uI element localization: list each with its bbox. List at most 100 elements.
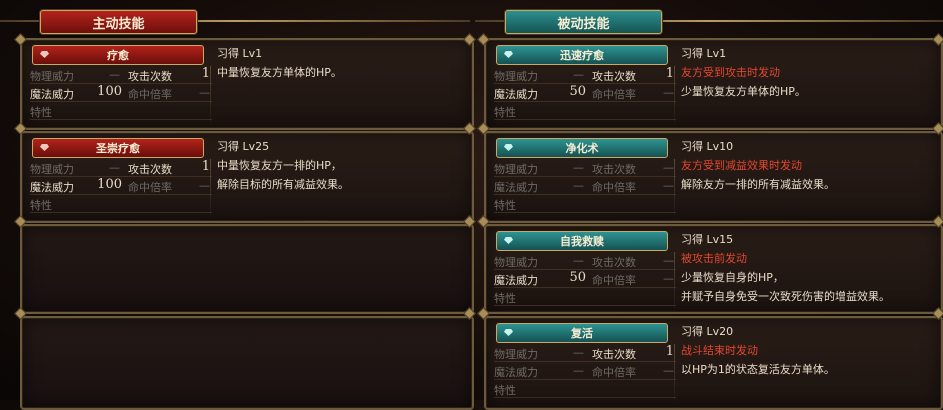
panel-divider [210,159,211,221]
trait-label: 特性 [30,106,52,119]
phys-label: 物理威力 [494,70,538,83]
hits-value: 1 [201,159,210,174]
skill-description: 习得 Lv15 被攻击前发动 少量恢复自身的HP， 并赋予自身免受一次致死伤害的… [681,230,890,306]
skill-description: 习得 Lv1 中量恢复友方单体的HP。 [217,44,342,82]
trigger-condition: 友方受到攻击时发动 [681,66,780,79]
phys-label: 物理威力 [494,256,538,269]
active-skill-card[interactable]: 圣崇疗愈 物理威力 — 攻击次数 1 魔法威力 100 命中倍率 — 特性 习得 Lv25 … [20,131,474,223]
accuracy-value: — [199,86,210,99]
hits-label: 攻击次数 [592,70,636,83]
empty-skill-slot [20,224,474,314]
passive-skill-card[interactable]: 净化术 物理威力 — 攻击次数 — 魔法威力 — 命中倍率 — 特性 习得 Lv10 友方受… [484,131,943,223]
panel-divider [210,66,211,128]
accuracy-value: — [663,272,674,285]
phys-label: 物理威力 [494,348,538,361]
gem-icon [504,237,513,244]
active-skill-card[interactable]: 疗愈 物理威力 — 攻击次数 1 魔法威力 100 命中倍率 — 特性 习得 Lv1 中量恢… [20,38,474,130]
passive-skill-card[interactable]: 复活 物理威力 — 攻击次数 1 魔法威力 — 命中倍率 — 特性 习得 Lv20 战斗结束… [484,316,943,410]
magic-label: 魔法威力 [30,88,74,101]
magic-value: — [573,179,584,192]
phys-value: — [109,161,120,174]
skill-name-plate: 迅速疗愈 [496,45,668,65]
magic-label: 魔法威力 [30,181,74,194]
passive-skill-card[interactable]: 自我救赎 物理威力 — 攻击次数 — 魔法威力 50 命中倍率 — 特性 习得 Lv15 被… [484,224,943,314]
magic-label: 魔法威力 [494,181,538,194]
tab-passive-skills[interactable]: 被动技能 [505,10,662,34]
accuracy-label: 命中倍率 [128,88,172,101]
stat-table: 物理威力 — 攻击次数 1 魔法威力 100 命中倍率 — 特性 [30,159,212,213]
gem-icon [40,144,49,151]
phys-label: 物理威力 [30,70,74,83]
gem-icon [504,144,513,151]
accuracy-label: 命中倍率 [592,366,636,379]
magic-value: — [573,364,584,377]
stat-table: 物理威力 — 攻击次数 — 魔法威力 — 命中倍率 — 特性 [494,159,676,213]
trigger-condition: 友方受到减益效果时发动 [681,159,802,172]
empty-skill-slot [20,316,474,410]
hits-label: 攻击次数 [128,70,172,83]
accuracy-label: 命中倍率 [592,181,636,194]
accuracy-value: — [663,86,674,99]
desc-line: 少量恢复自身的HP， [681,271,784,284]
trait-label: 特性 [494,384,516,397]
hits-value: — [663,254,674,267]
skill-name-plate: 净化术 [496,138,668,158]
magic-value: 50 [569,270,586,285]
skill-name-plate: 疗愈 [32,45,204,65]
desc-line: 中量恢复友方一排的HP， [217,159,342,172]
hits-label: 攻击次数 [592,163,636,176]
hits-value: — [663,161,674,174]
skill-name: 圣崇疗愈 [96,142,140,155]
accuracy-value: — [199,179,210,192]
skill-name-plate: 圣崇疗愈 [32,138,204,158]
gem-icon [40,51,49,58]
accuracy-value: — [663,364,674,377]
learn-level: 习得 Lv10 [681,140,734,153]
learn-level: 习得 Lv20 [681,325,734,338]
phys-value: — [573,254,584,267]
desc-line: 解除友方一排的所有减益效果。 [681,178,835,191]
hits-label: 攻击次数 [128,163,172,176]
desc-line: 以HP为1的状态复活友方单体。 [681,363,835,376]
panel-divider [674,344,675,406]
learn-level: 习得 Lv15 [681,233,734,246]
skill-name: 净化术 [565,142,599,155]
trait-label: 特性 [494,292,516,305]
magic-label: 魔法威力 [494,366,538,379]
accuracy-value: — [663,179,674,192]
skill-name-plate: 自我救赎 [496,231,668,251]
hits-value: 1 [665,344,674,359]
accuracy-label: 命中倍率 [592,88,636,101]
stat-table: 物理威力 — 攻击次数 1 魔法威力 — 命中倍率 — 特性 [494,344,676,398]
learn-level: 习得 Lv1 [681,47,727,60]
panel-divider [674,66,675,128]
desc-line: 解除目标的所有减益效果。 [217,178,349,191]
trigger-condition: 战斗结束时发动 [681,344,758,357]
tab-active-skills[interactable]: 主动技能 [40,10,197,34]
stat-table: 物理威力 — 攻击次数 1 魔法威力 100 命中倍率 — 特性 [30,66,212,120]
hits-value: 1 [201,66,210,81]
skill-name-plate: 复活 [496,323,668,343]
trait-label: 特性 [494,199,516,212]
phys-value: — [109,68,120,81]
accuracy-label: 命中倍率 [128,181,172,194]
gem-icon [504,51,513,58]
phys-label: 物理威力 [30,163,74,176]
panel-divider [674,252,675,314]
magic-label: 魔法威力 [494,274,538,287]
trigger-condition: 被攻击前发动 [681,252,747,265]
learn-level: 习得 Lv1 [217,47,263,60]
skill-description: 习得 Lv1 友方受到攻击时发动 少量恢复友方单体的HP。 [681,44,806,101]
hits-label: 攻击次数 [592,348,636,361]
skill-name: 自我救赎 [560,235,604,248]
phys-value: — [573,346,584,359]
desc-line: 并赋予自身免受一次致死伤害的增益效果。 [681,290,890,303]
phys-value: — [573,68,584,81]
magic-value: 50 [569,84,586,99]
desc-line: 中量恢复友方单体的HP。 [217,66,342,79]
desc-line: 少量恢复友方单体的HP。 [681,85,806,98]
passive-skill-card[interactable]: 迅速疗愈 物理威力 — 攻击次数 1 魔法威力 50 命中倍率 — 特性 习得 Lv1 友方… [484,38,943,130]
phys-label: 物理威力 [494,163,538,176]
hits-label: 攻击次数 [592,256,636,269]
skill-description: 习得 Lv10 友方受到减益效果时发动 解除友方一排的所有减益效果。 [681,137,835,194]
